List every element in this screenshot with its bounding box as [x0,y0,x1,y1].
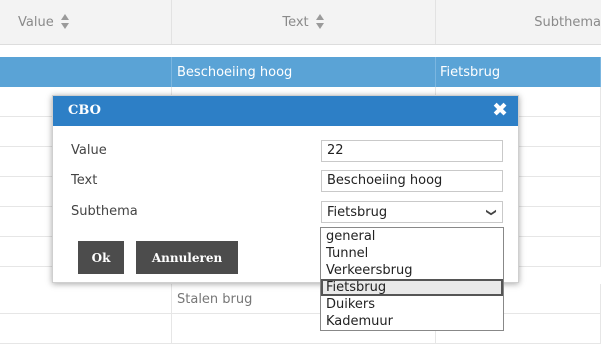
grid-header: Value Text Subthema [0,0,601,45]
subthema-dropdown-list: general Tunnel Verkeersbrug Fietsbrug Du… [320,227,504,331]
subthema-selected-value: Fietsbrug [327,204,388,220]
subthema-label: Subthema [71,204,138,219]
value-label: Value [71,143,107,158]
text-label: Text [71,173,98,188]
cancel-button[interactable]: Annuleren [136,241,238,274]
value-input[interactable]: 22 [321,140,503,162]
dropdown-option[interactable]: Duikers [321,296,503,313]
dropdown-option[interactable]: general [321,228,503,245]
table-row[interactable]: Stalen brug [0,284,601,314]
chevron-down-icon: ❯ [485,207,497,217]
column-header-subthema[interactable]: Subthema [436,0,601,44]
close-icon[interactable]: ✖ [492,100,508,120]
sort-icon[interactable] [60,14,70,30]
dialog-titlebar[interactable]: CBO ✖ [53,96,518,126]
dialog-title: CBO [68,103,101,118]
dropdown-option[interactable]: Kademuur [321,313,503,330]
column-header-value-label: Value [18,14,54,30]
dropdown-option-highlighted[interactable]: Fietsbrug [321,279,503,296]
table-cell [0,57,172,87]
table-row-selected[interactable]: Beschoeiing hoog Fietsbrug [0,57,601,87]
dropdown-option[interactable]: Tunnel [321,245,503,262]
column-header-text[interactable]: Text [172,0,436,44]
column-header-value[interactable]: Value [0,0,172,44]
subthema-select[interactable]: Fietsbrug ❯ [321,201,503,223]
table-cell-text: Beschoeiing hoog [172,57,436,87]
dropdown-option[interactable]: Verkeersbrug [321,262,503,279]
text-input[interactable]: Beschoeiing hoog [321,170,503,192]
table-row[interactable] [0,314,601,344]
table-cell [0,314,172,344]
sort-icon[interactable] [315,14,325,30]
table-cell-subthema: Fietsbrug [436,57,601,87]
column-header-text-label: Text [282,14,309,30]
column-header-subthema-label: Subthema [534,14,601,30]
ok-button[interactable]: Ok [78,241,124,274]
table-cell [0,284,172,314]
